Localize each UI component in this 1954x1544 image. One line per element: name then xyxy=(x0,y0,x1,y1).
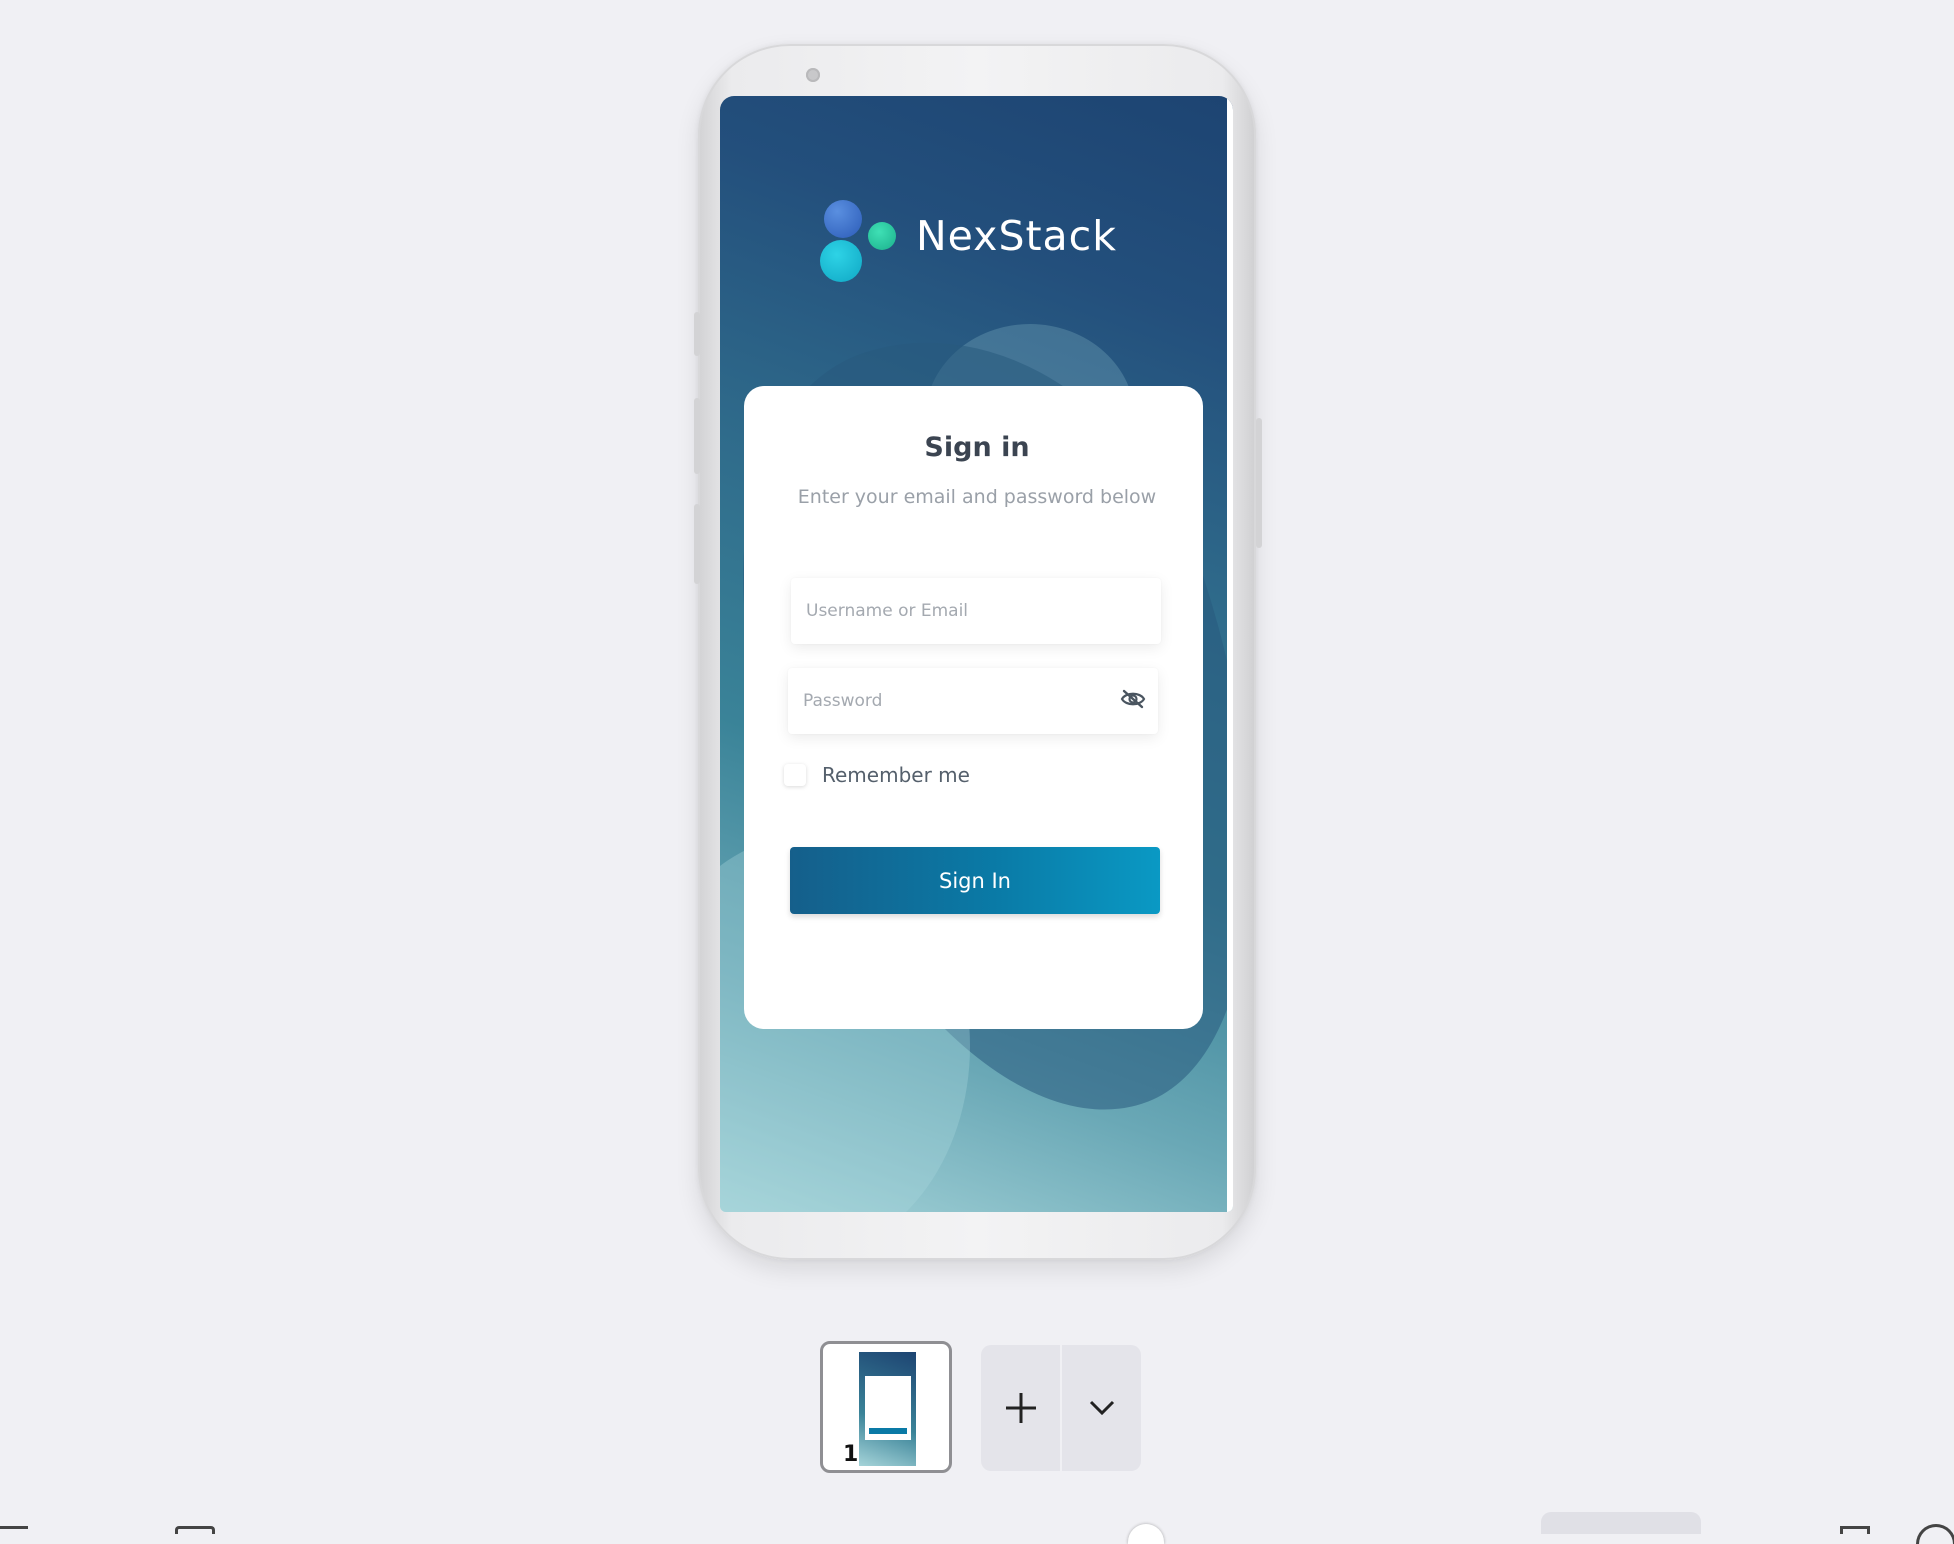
page-options-button[interactable] xyxy=(1062,1345,1141,1471)
phone-side-button xyxy=(1256,418,1262,548)
brand-logo-icon xyxy=(820,198,900,282)
logo-dot-green xyxy=(868,222,896,250)
plus-icon xyxy=(1005,1393,1036,1423)
login-subtitle: Enter your email and password below xyxy=(797,486,1157,508)
remember-me-checkbox[interactable] xyxy=(784,764,806,786)
eye-off-icon[interactable] xyxy=(1120,688,1146,710)
toolbar-menu-icon[interactable] xyxy=(0,1526,28,1529)
brand-name: NexStack xyxy=(916,212,1117,260)
phone-side-button xyxy=(694,312,700,356)
username-field[interactable] xyxy=(791,578,1161,644)
grid-view-icon[interactable] xyxy=(1840,1526,1870,1534)
add-page-button[interactable] xyxy=(981,1345,1060,1471)
help-icon[interactable] xyxy=(1916,1524,1954,1544)
logo-dot-blue xyxy=(824,200,862,238)
password-input[interactable] xyxy=(788,668,1158,734)
page-number: 1 xyxy=(843,1442,859,1467)
logo-dot-cyan xyxy=(820,240,862,282)
page-thumbnail[interactable]: 1 xyxy=(820,1341,952,1473)
phone-side-button xyxy=(694,398,700,474)
page-actions xyxy=(981,1345,1141,1471)
remember-me-row[interactable]: Remember me xyxy=(784,760,970,790)
camera-dot xyxy=(806,68,820,82)
zoom-slider-knob[interactable] xyxy=(1128,1524,1164,1544)
username-input[interactable] xyxy=(791,578,1161,644)
remember-me-label: Remember me xyxy=(822,763,970,787)
screen-edge xyxy=(1227,96,1233,1212)
toolbar-notes-icon[interactable] xyxy=(175,1526,215,1534)
login-title: Sign in xyxy=(924,432,1030,463)
chevron-down-icon xyxy=(1089,1400,1114,1416)
phone-side-button xyxy=(694,504,700,584)
password-field[interactable] xyxy=(788,668,1158,734)
sign-in-button[interactable]: Sign In xyxy=(790,847,1160,914)
thumbnail-button xyxy=(869,1428,907,1434)
view-mode-button[interactable] xyxy=(1541,1512,1701,1534)
